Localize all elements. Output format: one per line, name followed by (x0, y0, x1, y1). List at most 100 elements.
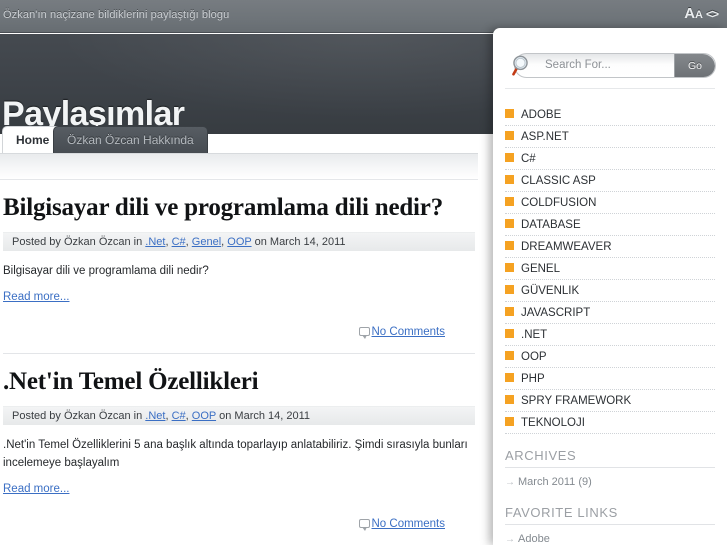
category-item[interactable]: DATABASE (505, 214, 715, 236)
category-label: PHP (521, 373, 545, 385)
post-item: .Net'in Temel Özellikleri Posted by Özka… (0, 368, 478, 545)
post-category-link[interactable]: C# (172, 236, 186, 248)
category-item[interactable]: DREAMWEAVER (505, 236, 715, 258)
category-list: ADOBE ASP.NET C# CLASSIC ASP COLDFUSION … (505, 104, 715, 434)
category-label: TEKNOLOJI (521, 417, 585, 429)
post-meta-suffix: on March 14, 2011 (219, 410, 311, 423)
bullet-square-icon (505, 395, 514, 404)
search-placeholder: Search For... (545, 59, 611, 71)
font-size-controls[interactable]: AA <> (684, 5, 719, 23)
category-label: DATABASE (521, 219, 581, 231)
category-item[interactable]: JAVASCRIPT (505, 302, 715, 324)
font-size-increase-icon[interactable]: A (684, 5, 695, 22)
bullet-square-icon (505, 417, 514, 426)
post-comments-row: No Comments (3, 322, 475, 340)
category-item[interactable]: GÜVENLIK (505, 280, 715, 302)
category-item[interactable]: C# (505, 148, 715, 170)
category-label: SPRY FRAMEWORK (521, 395, 632, 407)
category-label: OOP (521, 351, 547, 363)
comment-bubble-icon (358, 327, 370, 340)
meta-comma: , (185, 410, 189, 423)
category-item[interactable]: SPRY FRAMEWORK (505, 390, 715, 412)
category-item[interactable]: ASP.NET (505, 126, 715, 148)
post-meta-suffix: on March 14, 2011 (254, 236, 346, 248)
post-category-link[interactable]: OOP (192, 410, 216, 422)
favorite-links-heading: FAVORITE LINKS (505, 505, 715, 525)
sidebar: Search For... Go ADOBE ASP.NET C# CLASSI… (493, 28, 727, 545)
search-input[interactable]: Search For... Go (514, 53, 716, 78)
category-label: GENEL (521, 263, 560, 275)
category-label: GÜVENLIK (521, 285, 580, 297)
post-meta: Posted by Özkan Özcan in .Net, C#, OOP o… (3, 406, 475, 426)
bullet-square-icon (505, 351, 514, 360)
read-more-link[interactable]: Read more... (3, 483, 69, 495)
font-size-decrease-icon[interactable]: A (695, 9, 703, 21)
archive-label: March 2011 (9) (518, 476, 592, 488)
bullet-square-icon (505, 285, 514, 294)
post-meta-prefix: Posted by Özkan Özcan in (12, 410, 143, 423)
category-item[interactable]: GENEL (505, 258, 715, 280)
search-divider (505, 88, 715, 89)
bullet-square-icon (505, 153, 514, 162)
post-item: Bilgisayar dili ve programlama dili nedi… (0, 194, 478, 355)
category-item[interactable]: ADOBE (505, 104, 715, 126)
category-item[interactable]: .NET (505, 324, 715, 346)
post-category-link[interactable]: OOP (227, 236, 251, 248)
post-category-link[interactable]: .Net (145, 236, 165, 248)
arrow-right-icon: → (505, 534, 515, 545)
comments-link[interactable]: No Comments (372, 518, 446, 530)
category-label: ADOBE (521, 109, 562, 121)
post-category-link[interactable]: C# (172, 410, 186, 422)
category-label: COLDFUSION (521, 197, 597, 209)
archive-item[interactable]: → March 2011 (9) (505, 474, 715, 491)
bullet-square-icon (505, 263, 514, 272)
category-item[interactable]: CLASSIC ASP (505, 170, 715, 192)
comments-link[interactable]: No Comments (372, 326, 446, 338)
bullet-square-icon (505, 329, 514, 338)
favorite-link-item[interactable]: → Adobe (505, 531, 715, 545)
bullet-square-icon (505, 109, 514, 118)
content-column: Bilgisayar dili ve programlama dili nedi… (0, 153, 478, 545)
arrow-right-icon: → (505, 477, 515, 488)
post-title[interactable]: Bilgisayar dili ve programlama dili nedi… (3, 194, 475, 222)
search-go-button[interactable]: Go (674, 54, 715, 77)
bullet-square-icon (505, 373, 514, 382)
meta-comma: , (165, 236, 169, 248)
bullet-square-icon (505, 175, 514, 184)
meta-comma: , (165, 410, 169, 423)
category-label: CLASSIC ASP (521, 175, 596, 187)
bullet-square-icon (505, 241, 514, 250)
bullet-square-icon (505, 197, 514, 206)
post-category-link[interactable]: Genel (192, 236, 221, 248)
meta-comma: , (221, 236, 225, 248)
category-label: DREAMWEAVER (521, 241, 612, 253)
post-comments-row: No Comments (3, 514, 475, 532)
category-item[interactable]: OOP (505, 346, 715, 368)
tab-about[interactable]: Özkan Özcan Hakkında (53, 126, 208, 153)
content-top-gradient (0, 154, 478, 180)
favorite-links-list: →Adobe →AdobeEgitim (505, 531, 715, 545)
post-title[interactable]: .Net'in Temel Özellikleri (3, 368, 475, 396)
category-item[interactable]: PHP (505, 368, 715, 390)
post-category-link[interactable]: .Net (145, 410, 165, 422)
category-label: C# (521, 153, 536, 165)
category-label: .NET (521, 329, 548, 341)
post-excerpt: .Net'in Temel Özelliklerini 5 ana başlık… (3, 439, 468, 469)
favorite-link-label: Adobe (518, 533, 550, 545)
archives-list: → March 2011 (9) (505, 474, 715, 491)
post-meta-prefix: Posted by Özkan Özcan in (12, 236, 143, 248)
category-item[interactable]: COLDFUSION (505, 192, 715, 214)
font-width-toggle-icon[interactable]: <> (706, 7, 719, 21)
post-meta: Posted by Özkan Özcan in .Net, C#, Genel… (3, 232, 475, 251)
page-root: Özkan'ın naçizane bildiklerini paylaştığ… (0, 0, 727, 545)
search-widget: Search For... Go (505, 53, 716, 79)
read-more-link[interactable]: Read more... (3, 291, 69, 303)
comment-bubble-icon (358, 518, 370, 531)
category-item[interactable]: TEKNOLOJI (505, 412, 715, 434)
bullet-square-icon (505, 307, 514, 316)
post-divider (3, 353, 475, 355)
search-icon[interactable] (510, 55, 531, 76)
bullet-square-icon (505, 219, 514, 228)
category-label: ASP.NET (521, 131, 569, 143)
bullet-square-icon (505, 131, 514, 140)
